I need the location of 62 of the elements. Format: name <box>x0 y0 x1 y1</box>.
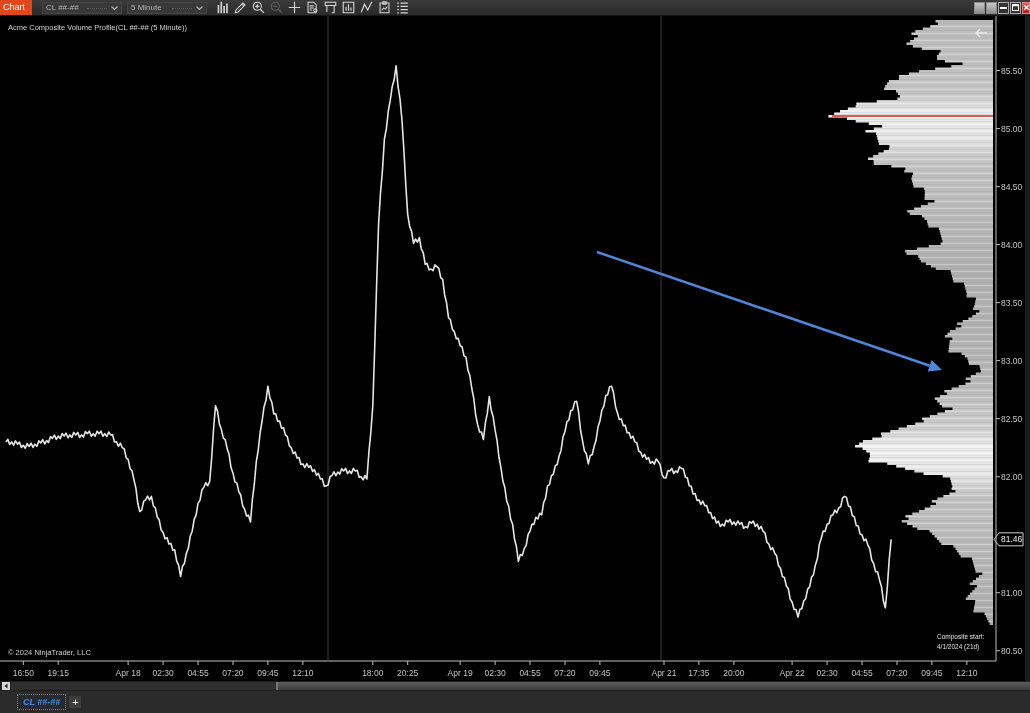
zoom-in-icon[interactable] <box>252 1 265 14</box>
y-axis-label: 84.00 <box>1001 239 1023 250</box>
dropdown-field[interactable]: CL ##-## <box>42 1 122 14</box>
list-icon[interactable] <box>396 1 409 14</box>
x-axis-label: 17:35 <box>688 668 710 678</box>
y-axis-label: 80.50 <box>1001 645 1023 656</box>
y-axis-label: 84.50 <box>1001 181 1023 192</box>
x-axis-label: 04:55 <box>851 668 873 678</box>
y-axis-label: 85.00 <box>1001 123 1023 134</box>
frame-icon[interactable] <box>324 1 337 14</box>
x-axis-label: 09:45 <box>921 668 943 678</box>
document-icon[interactable] <box>306 1 319 14</box>
add-tab-button[interactable]: + <box>69 696 82 708</box>
clipboard-icon[interactable] <box>378 1 391 14</box>
minimize-button[interactable] <box>998 1 1009 14</box>
window-square-button[interactable] <box>974 1 985 14</box>
x-axis-label: Apr 19 <box>447 668 473 678</box>
chevron-down-icon <box>111 5 118 10</box>
x-axis-label: 12:10 <box>292 668 314 678</box>
x-axis-label: 02:30 <box>484 668 506 678</box>
x-axis-label: 16:50 <box>12 668 34 678</box>
x-axis-label: 20:25 <box>397 668 419 678</box>
y-axis-label: 83.50 <box>1001 297 1023 308</box>
x-axis-label: 07:20 <box>222 668 244 678</box>
x-axis-label: Apr 22 <box>779 668 805 678</box>
x-axis-label: 04:55 <box>519 668 541 678</box>
x-axis-label: 02:30 <box>152 668 174 678</box>
arrow-left-icon[interactable] <box>2 682 10 690</box>
x-axis-label: 07:20 <box>886 668 908 678</box>
maximize-icon <box>1012 4 1019 11</box>
bar-chart-icon[interactable] <box>216 1 229 14</box>
close-icon <box>1024 5 1029 10</box>
scrollbar-thumb[interactable] <box>276 682 1030 690</box>
close-button[interactable] <box>1022 1 1030 14</box>
x-axis-label: Apr 21 <box>651 668 677 678</box>
x-axis-label: Apr 18 <box>115 668 141 678</box>
window-square-button[interactable] <box>986 1 997 14</box>
framed-bars-icon[interactable] <box>342 1 355 14</box>
chart-tab[interactable]: CL ##-## <box>17 694 67 710</box>
window-title: Chart <box>0 0 32 15</box>
plus-icon[interactable] <box>288 1 301 14</box>
line-graph-icon[interactable] <box>360 1 373 14</box>
y-axis-label: 82.50 <box>1001 413 1023 424</box>
minimize-icon <box>1000 6 1007 9</box>
chevron-down-icon <box>196 5 203 10</box>
x-axis-label: 18:00 <box>362 668 384 678</box>
dropdown-field[interactable]: 5 Minute <box>127 1 207 14</box>
x-axis-label: 02:30 <box>816 668 838 678</box>
price-label: 81.46 <box>993 532 1024 547</box>
x-axis-label: 20:00 <box>723 668 745 678</box>
y-axis-label: 81.00 <box>1001 587 1023 598</box>
x-axis-label: 09:45 <box>589 668 611 678</box>
x-axis-label: 12:10 <box>956 668 978 678</box>
y-axis-label: 83.00 <box>1001 355 1023 366</box>
x-axis-label: 04:55 <box>187 668 209 678</box>
y-axis-label: 85.50 <box>1001 65 1023 76</box>
y-axis-label: 82.00 <box>1001 471 1023 482</box>
x-axis-label: 19:15 <box>47 668 69 678</box>
maximize-button[interactable] <box>1010 1 1021 14</box>
x-axis-label: 09:45 <box>257 668 279 678</box>
pencil-icon[interactable] <box>234 1 247 14</box>
x-axis-label: 07:20 <box>554 668 576 678</box>
